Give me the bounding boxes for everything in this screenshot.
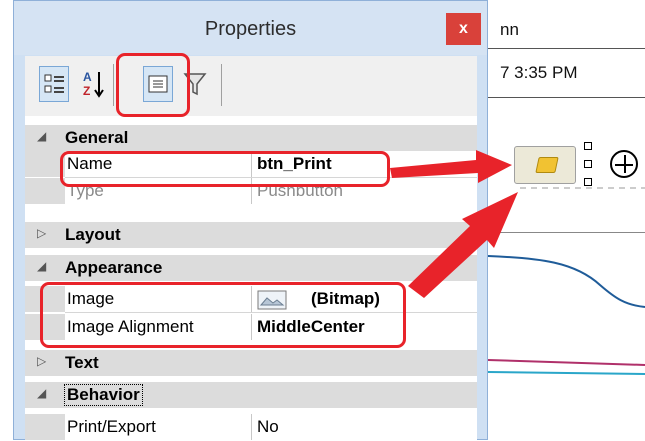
arrow-to-image bbox=[408, 192, 518, 298]
arrow-to-button bbox=[390, 150, 512, 183]
annotation-arrows bbox=[390, 150, 518, 298]
